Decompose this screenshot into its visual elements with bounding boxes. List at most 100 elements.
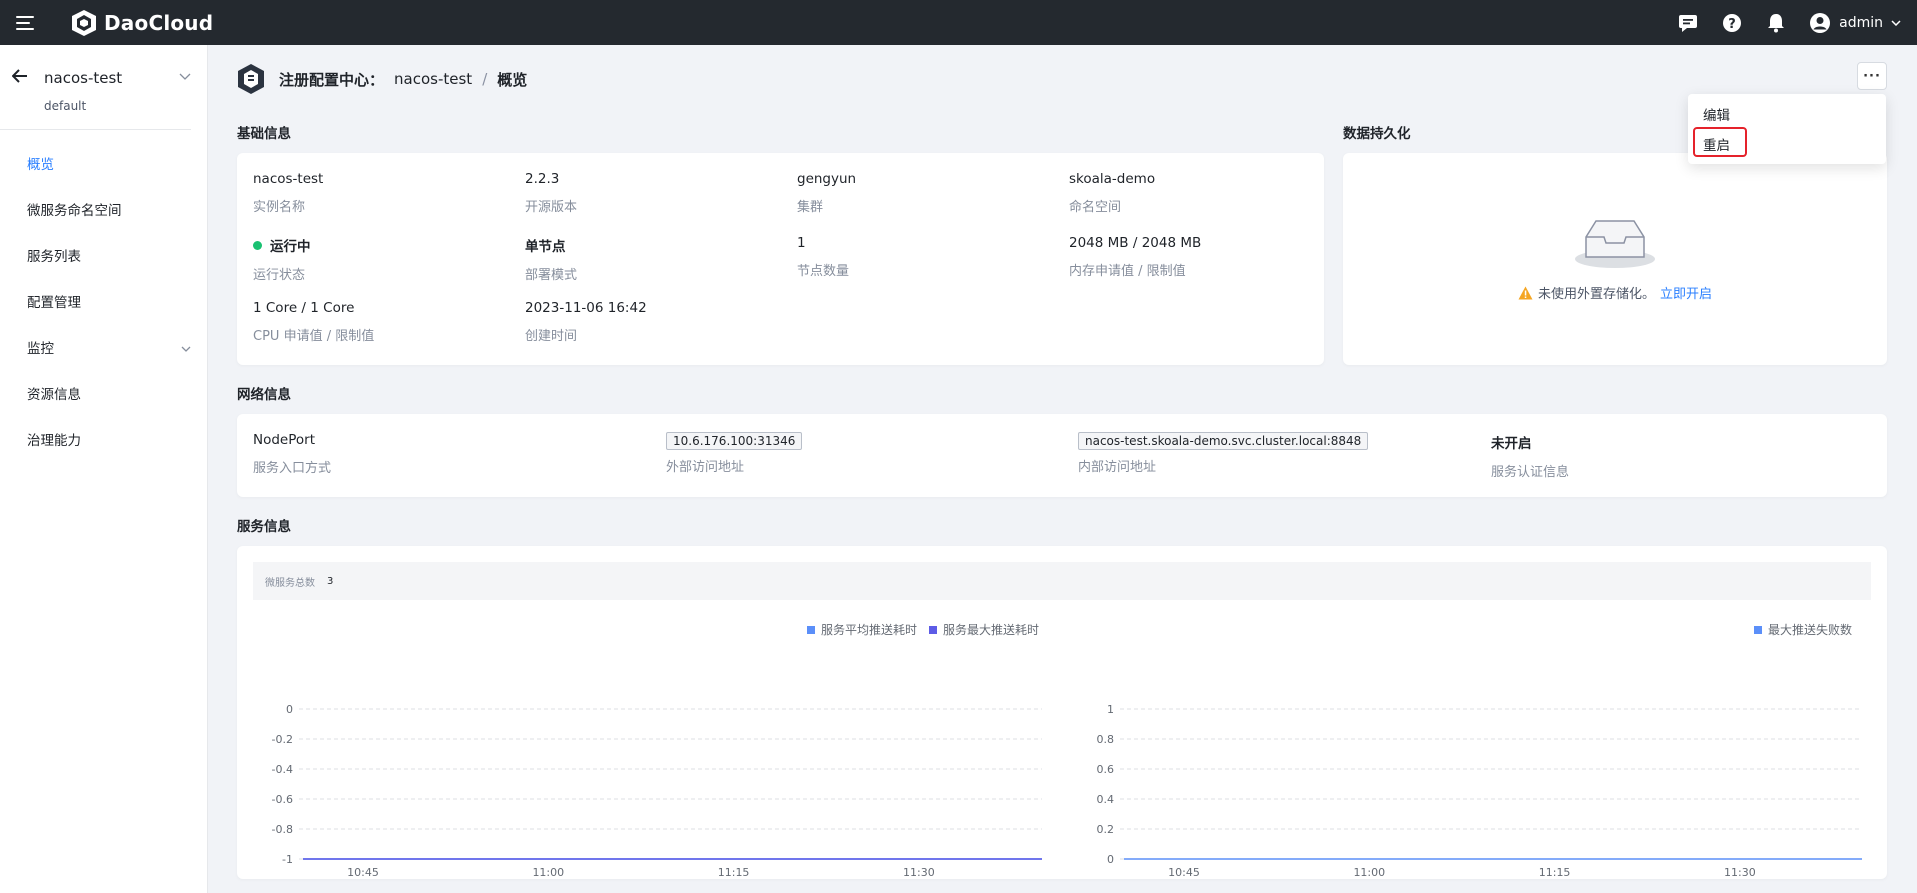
y-tick-label: 0 [1107,853,1114,866]
workspace-name[interactable]: nacos-test [44,69,122,87]
external-address-tag[interactable]: 10.6.176.100:31346 [666,432,803,450]
sidebar-item-label: 资源信息 [27,387,81,403]
field-label: 服务认证信息 [1491,465,1570,480]
internal-address-tag[interactable]: nacos-test.skoala-demo.svc.cluster.local… [1078,432,1369,450]
back-arrow-icon[interactable] [12,69,28,83]
sidebar-item-monitor[interactable]: 监控 [0,326,207,372]
y-tick-label: 0.2 [1097,823,1115,836]
deploy-mode-field: 单节点 部署模式 [525,235,577,283]
internal-address-field: nacos-test.skoala-demo.svc.cluster.local… [1078,432,1369,475]
external-address-field: 10.6.176.100:31346 外部访问地址 [666,432,803,475]
field-value: 2.2.3 [525,171,560,187]
sidebar-item-label: 监控 [27,341,54,357]
breadcrumb-current: 概览 [497,70,528,89]
workspace-header: nacos-test default [0,45,191,130]
empty-inbox-icon [1575,220,1655,268]
breadcrumb-separator: / [482,70,488,88]
empty-state: 未使用外置存储化。 立即开启 [1343,215,1887,302]
field-label: 运行状态 [253,268,306,283]
chevron-down-icon [181,346,191,352]
x-tick-label: 10:45 [347,866,379,879]
field-label: 创建时间 [525,329,578,344]
field-label: 集群 [797,200,824,215]
workspace-namespace: default [44,99,87,113]
field-label: 命名空间 [1069,200,1122,215]
cpu-field: 1 Core / 1 Core CPU 申请值 / 限制值 [253,300,374,344]
page-header: 注册配置中心： nacos-test / 概览 [237,61,527,97]
field-label: CPU 申请值 / 限制值 [253,329,375,344]
field-value: NodePort [253,432,315,448]
status-badge: 运行中 [270,239,311,255]
svg-text:?: ? [1728,17,1736,32]
field-value: skoala-demo [1069,171,1156,187]
field-value: 2048 MB / 2048 MB [1069,235,1202,251]
menu-icon[interactable] [16,14,40,32]
sidebar-item-resources[interactable]: 资源信息 [0,372,207,418]
sidebar-item-label: 微服务命名空间 [27,203,122,219]
entry-type-field: NodePort 服务入口方式 [253,432,331,476]
more-actions-button[interactable]: ··· [1857,62,1887,90]
user-name: admin [1839,14,1883,31]
status-dot [253,240,262,250]
x-tick-label: 11:15 [718,866,750,879]
registry-icon [238,64,264,94]
sidebar-item-label: 治理能力 [27,433,81,449]
enable-storage-link[interactable]: 立即开启 [1660,283,1712,302]
help-icon[interactable]: ? [1721,12,1743,34]
menu-item-restart[interactable]: 重启 [1703,134,1730,154]
field-label: 节点数量 [797,264,850,279]
service-info-card: 微服务总数 3 服务平均推送耗时 服务最大推送耗时 最大推送失败数 0 -0.2-… [237,546,1887,879]
y-tick-label: 0.6 [1097,763,1115,776]
workspace-switch-chevron-icon[interactable] [179,73,191,80]
persistence-title: 数据持久化 [1343,126,1411,142]
message-icon[interactable] [1677,12,1699,34]
breadcrumb-root[interactable]: 注册配置中心： [279,69,384,90]
y-tick-label: 1 [1107,703,1114,716]
breadcrumb-instance[interactable]: nacos-test [394,70,472,88]
network-info-title: 网络信息 [237,387,291,403]
logo-text: DaoCloud [104,10,214,35]
sidebar-item-service-list[interactable]: 服务列表 [0,234,207,280]
x-tick-label: 11:15 [1539,866,1571,879]
user-icon [1810,12,1831,33]
sidebar-item-namespaces[interactable]: 微服务命名空间 [0,188,207,234]
y-tick-label: 0.4 [1097,793,1115,806]
sidebar-nav: 概览 微服务命名空间 服务列表 配置管理 监控 资源信息 治理能力 [0,142,207,464]
user-menu[interactable]: admin [1809,12,1901,34]
menu-item-edit[interactable]: 编辑 [1703,104,1730,124]
daocloud-logo-icon [72,9,96,36]
x-tick-label: 11:30 [1724,866,1756,879]
sidebar-item-config[interactable]: 配置管理 [0,280,207,326]
basic-info-title: 基础信息 [237,126,291,142]
x-tick-label: 11:30 [903,866,935,879]
field-value: gengyun [797,171,857,187]
auth-field: 未开启 服务认证信息 [1491,432,1569,480]
sidebar: nacos-test default 概览 微服务命名空间 服务列表 配置管理 … [0,45,208,893]
persistence-card: 未使用外置存储化。 立即开启 [1343,153,1887,365]
logo[interactable]: DaoCloud [70,9,213,37]
node-count-field: 1 节点数量 [797,235,849,279]
memory-field: 2048 MB / 2048 MB 内存申请值 / 限制值 [1069,235,1201,279]
field-value: nacos-test [253,171,324,187]
warning-icon [1518,286,1533,299]
sidebar-item-overview[interactable]: 概览 [0,142,207,188]
bell-icon[interactable] [1765,12,1787,34]
field-label: 外部访问地址 [666,460,745,475]
field-label: 部署模式 [525,268,578,283]
service-info-title: 服务信息 [237,519,291,535]
sidebar-item-governance[interactable]: 治理能力 [0,418,207,464]
field-label: 内部访问地址 [1078,460,1157,475]
field-label: 实例名称 [253,200,306,215]
version-field: 2.2.3 开源版本 [525,171,577,215]
y-tick-label: 0.8 [1097,733,1115,746]
breadcrumb: 注册配置中心： nacos-test / 概览 [279,69,527,90]
top-bar: DaoCloud ? admin [0,0,1917,45]
field-value: 单节点 [525,239,566,255]
cluster-field: gengyun 集群 [797,171,856,215]
sidebar-item-label: 概览 [27,157,54,173]
field-label: 开源版本 [525,200,578,215]
instance-name-field: nacos-test 实例名称 [253,171,323,215]
basic-info-card: nacos-test 实例名称 2.2.3 开源版本 gengyun 集群 skoal… [237,153,1324,365]
field-value: 1 [797,235,806,251]
persistence-message: 未使用外置存储化。 [1537,287,1655,302]
